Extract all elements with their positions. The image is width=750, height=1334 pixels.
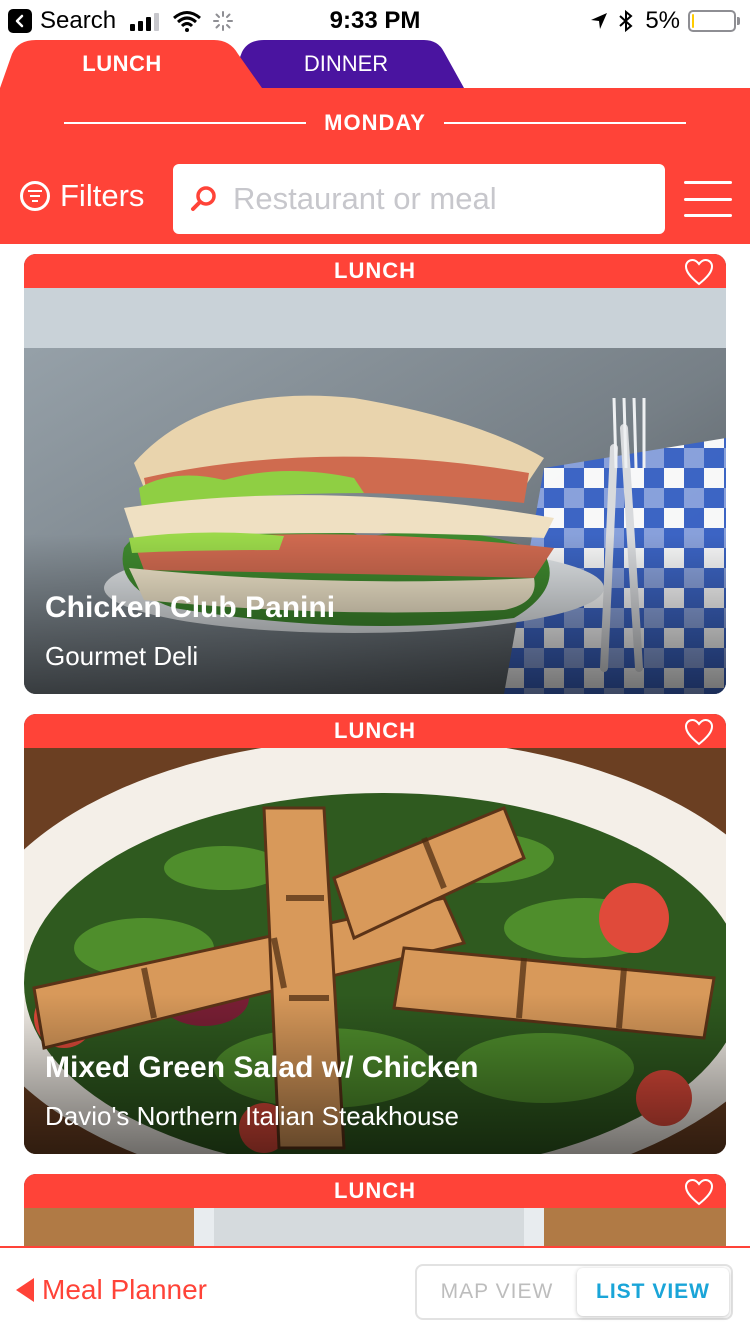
meal-title: Mixed Green Salad w/ Chicken: [45, 1051, 479, 1084]
restaurant-name: Gourmet Deli: [45, 641, 199, 671]
hamburger-menu-icon[interactable]: [684, 181, 732, 217]
divider: [64, 122, 307, 124]
filters-label: Filters: [60, 178, 145, 213]
card-meal-band: LUNCH: [24, 254, 726, 288]
tab-dinner-label: DINNER: [303, 51, 389, 76]
card-meal-band: LUNCH: [24, 714, 726, 748]
list-view-button[interactable]: LIST VIEW: [577, 1268, 729, 1316]
tab-lunch[interactable]: LUNCH: [0, 40, 262, 88]
back-arrow-icon: [16, 1278, 34, 1302]
view-toggle: MAP VIEW LIST VIEW: [415, 1264, 733, 1320]
status-right: 5%: [589, 6, 740, 36]
battery-percent: 5%: [645, 7, 680, 34]
tab-dinner[interactable]: DINNER: [228, 40, 464, 88]
favorite-heart-icon[interactable]: [684, 1178, 714, 1206]
battery-icon: [688, 10, 740, 32]
bottom-bar: Meal Planner MAP VIEW LIST VIEW: [0, 1246, 750, 1334]
divider: [443, 122, 687, 124]
favorite-heart-icon[interactable]: [684, 258, 714, 286]
tab-lunch-label: LUNCH: [82, 51, 162, 76]
bluetooth-icon: [619, 9, 633, 33]
favorite-heart-icon[interactable]: [684, 718, 714, 746]
day-heading: MONDAY: [64, 108, 687, 138]
search-box[interactable]: [173, 164, 665, 234]
meal-card[interactable]: LUNCH: [24, 254, 726, 694]
filters-button[interactable]: Filters: [20, 178, 144, 214]
day-label: MONDAY: [324, 110, 426, 135]
header: MONDAY Filters: [0, 88, 750, 244]
restaurant-name: Davio's Northern Italian Steakhouse: [45, 1101, 459, 1131]
map-view-button[interactable]: MAP VIEW: [417, 1266, 577, 1318]
search-input[interactable]: [233, 181, 653, 217]
status-bar: Search 9:33 PM 5%: [0, 0, 750, 40]
meal-card[interactable]: LUNCH Mixed Green Salad w/ Chicken Davio…: [24, 714, 726, 1154]
meal-title: Chicken Club Panini: [45, 591, 336, 624]
search-icon: [191, 186, 216, 211]
meal-tabs: DINNER LUNCH: [0, 40, 750, 88]
meal-planner-back-button[interactable]: Meal Planner: [16, 1274, 207, 1306]
location-arrow-icon: [591, 13, 608, 29]
meal-planner-label: Meal Planner: [42, 1274, 207, 1305]
filter-icon: [20, 181, 50, 211]
card-meal-band: LUNCH: [24, 1174, 726, 1208]
